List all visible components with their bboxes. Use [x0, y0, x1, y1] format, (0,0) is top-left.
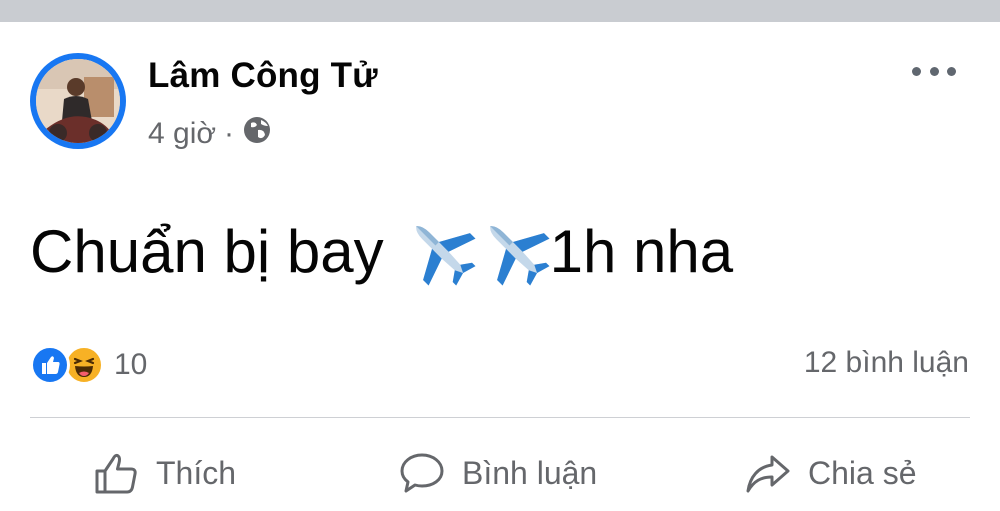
- comment-label: Bình luận: [462, 454, 598, 491]
- like-label: Thích: [156, 454, 237, 491]
- reaction-count: 10: [114, 348, 148, 381]
- top-bar: [0, 0, 1000, 22]
- airplane-icon: [415, 226, 476, 286]
- action-bar: Thích Bình luận Chia sẻ: [0, 440, 1000, 510]
- haha-icon: [64, 345, 104, 385]
- post-text: Chuẩn bị bay 1h nha: [30, 212, 733, 290]
- like-icon: [30, 345, 70, 385]
- reactions-summary[interactable]: 10: [30, 345, 147, 385]
- post-text-main: Chuẩn bị bay: [30, 217, 384, 285]
- like-button[interactable]: Thích: [92, 440, 236, 506]
- author-name[interactable]: Lâm Công Tử: [148, 56, 378, 96]
- comment-count[interactable]: 12 bình luận: [804, 346, 969, 380]
- share-button[interactable]: Chia sẻ: [744, 440, 917, 506]
- divider: [30, 417, 970, 418]
- share-label: Chia sẻ: [808, 454, 917, 491]
- meta-separator: ·: [224, 117, 235, 150]
- more-options-icon[interactable]: [912, 60, 956, 82]
- avatar[interactable]: [36, 59, 120, 143]
- post-time[interactable]: 4 giờ: [148, 117, 216, 151]
- comment-button[interactable]: Bình luận: [398, 440, 597, 506]
- airplane-icon: [489, 226, 550, 286]
- comment-icon: [400, 453, 444, 493]
- share-icon: [746, 455, 790, 493]
- post-text-suffix: 1h nha: [549, 217, 734, 285]
- thumbs-up-icon: [95, 453, 137, 494]
- post-meta: 4 giờ ·: [148, 115, 272, 153]
- globe-icon: [242, 115, 272, 153]
